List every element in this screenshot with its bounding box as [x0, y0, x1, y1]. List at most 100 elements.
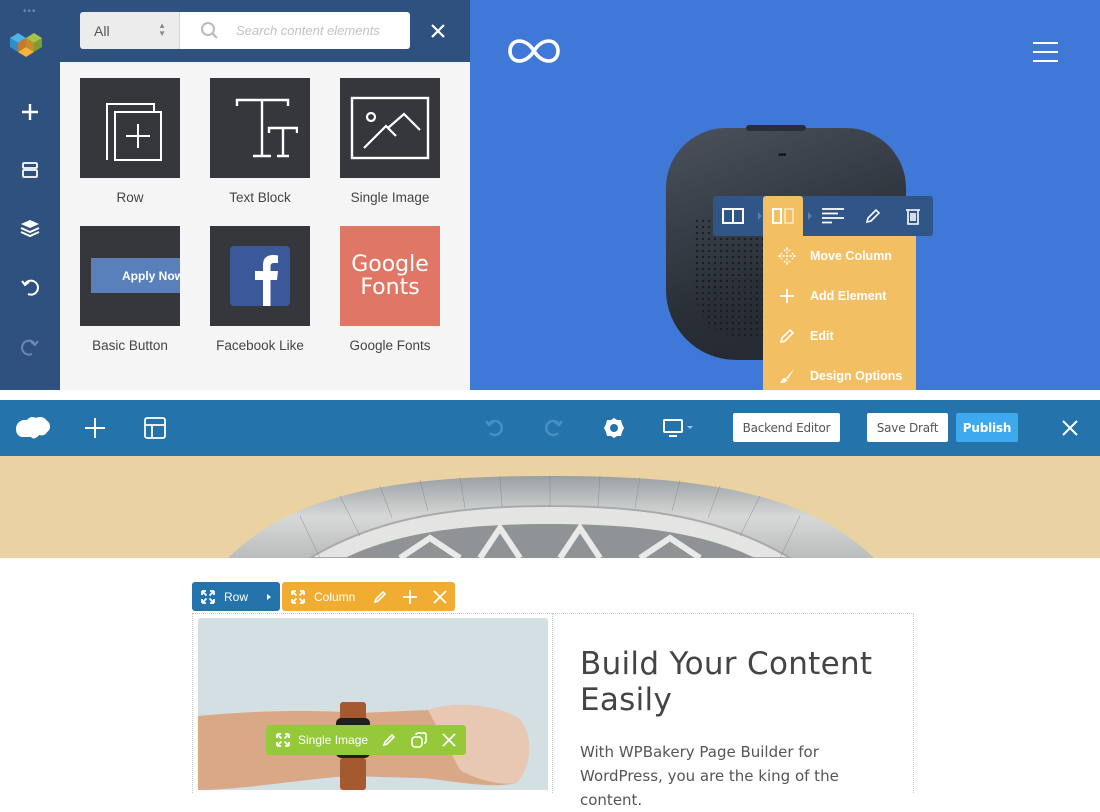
- menu-item-label: Edit: [810, 329, 834, 343]
- element-google-fonts[interactable]: Google Fonts Google Fonts: [340, 226, 440, 353]
- redo-button[interactable]: [15, 332, 45, 362]
- google-fonts-preview-line-2: Fonts: [360, 275, 420, 300]
- arch-image: [228, 475, 874, 558]
- menu-item-add-element[interactable]: Add Element: [763, 276, 916, 316]
- menu-item-move-column[interactable]: Move Column: [763, 236, 916, 276]
- section-divider: [0, 390, 1100, 400]
- add-element-button[interactable]: [82, 400, 108, 456]
- cloud-logo-icon: [16, 416, 50, 439]
- hero-banner: [0, 456, 1100, 558]
- elements-grid: Row Text Block Single Image Apply Now Ba…: [60, 62, 470, 390]
- close-icon: [1062, 420, 1078, 436]
- row-controls[interactable]: Row: [192, 582, 280, 611]
- close-panel-icon[interactable]: [428, 21, 448, 41]
- search-box[interactable]: [180, 12, 410, 49]
- backend-editor-button[interactable]: Backend Editor: [733, 413, 840, 442]
- element-label: Single Image: [350, 190, 430, 205]
- column-label: Column: [314, 589, 356, 604]
- layers-icon: [20, 220, 40, 237]
- element-text-block[interactable]: Text Block: [210, 78, 310, 205]
- move-arrows-icon[interactable]: [276, 733, 290, 747]
- settings-button[interactable]: [602, 400, 626, 456]
- single-image-icon: [350, 96, 430, 160]
- menu-item-label: Add Element: [810, 289, 887, 303]
- undo-icon: [485, 419, 503, 437]
- menu-item-edit[interactable]: Edit: [763, 316, 916, 356]
- row-label: Row: [224, 589, 249, 604]
- single-image-thumbnail: [340, 78, 440, 178]
- single-image-element[interactable]: [198, 618, 548, 790]
- element-label: Facebook Like: [216, 338, 304, 353]
- facebook-icon: [230, 246, 290, 306]
- move-arrows-icon[interactable]: [291, 589, 305, 604]
- facebook-like-thumbnail: [210, 226, 310, 326]
- select-arrows-icon: ▲ ▼: [158, 21, 166, 38]
- text-align-button[interactable]: [813, 196, 853, 236]
- edit-button[interactable]: [853, 196, 893, 236]
- close-editor-button[interactable]: [1058, 400, 1082, 456]
- layout-template-icon: [144, 417, 166, 439]
- wrist-watch-photo: [198, 618, 548, 790]
- move-icon: [777, 247, 796, 265]
- plus-icon: [22, 104, 38, 120]
- templates-button[interactable]: [142, 400, 168, 456]
- basic-button-thumbnail: Apply Now: [80, 226, 180, 326]
- undo-button[interactable]: [482, 400, 506, 456]
- element-single-image[interactable]: Single Image: [340, 78, 440, 205]
- redo-button[interactable]: [542, 400, 566, 456]
- plus-icon: [779, 289, 794, 303]
- column-controls: Column: [282, 582, 455, 611]
- category-filter-value: All: [94, 22, 110, 39]
- responsive-view-dropdown[interactable]: [660, 400, 696, 456]
- desktop-icon: [662, 419, 683, 437]
- menu-item-design-options[interactable]: Design Options: [763, 356, 916, 390]
- column-toolbar: [713, 196, 933, 236]
- close-icon[interactable]: [442, 733, 456, 747]
- add-element-button[interactable]: [15, 97, 45, 127]
- text-block-thumbnail: [210, 78, 310, 178]
- infinity-logo-icon[interactable]: [508, 38, 560, 64]
- text-align-icon: [822, 208, 844, 224]
- pencil-icon[interactable]: [382, 733, 396, 747]
- close-icon[interactable]: [433, 590, 447, 604]
- row-icon: [106, 103, 162, 161]
- wpbakery-cloud-logo: [14, 400, 52, 456]
- plus-icon[interactable]: [403, 590, 417, 604]
- pencil-icon[interactable]: [373, 590, 387, 604]
- templates-button[interactable]: [15, 155, 45, 185]
- undo-button[interactable]: [15, 272, 45, 302]
- save-draft-button[interactable]: Save Draft: [867, 413, 948, 442]
- search-input[interactable]: [236, 23, 406, 38]
- column-menu: Move Column Add Element Edit Design Opti…: [763, 236, 916, 390]
- text-block-icon: [235, 98, 298, 158]
- row-layout-button[interactable]: [713, 196, 753, 236]
- row-layout-icon: [722, 208, 744, 224]
- plus-icon: [85, 418, 105, 438]
- drag-handle-dots[interactable]: •••: [23, 6, 37, 17]
- element-row[interactable]: Row: [80, 78, 180, 205]
- content-body-text: With WPBakery Page Builder for WordPress…: [580, 743, 839, 809]
- layers-button[interactable]: [15, 213, 45, 243]
- delete-button[interactable]: [893, 196, 933, 236]
- single-image-label: Single Image: [298, 733, 369, 747]
- content-headline: Build Your Content Easily: [580, 646, 873, 718]
- column-layout-button[interactable]: [763, 196, 803, 236]
- menu-item-label: Move Column: [810, 249, 892, 263]
- element-label: Google Fonts: [349, 338, 431, 353]
- element-label: Basic Button: [92, 338, 168, 353]
- redo-icon: [21, 339, 39, 356]
- hamburger-menu-icon[interactable]: [1033, 42, 1058, 62]
- apply-now-preview: Apply Now: [91, 258, 180, 293]
- google-fonts-thumbnail: Google Fonts: [340, 226, 440, 326]
- clone-icon[interactable]: [411, 732, 427, 748]
- template-icon: [22, 162, 38, 178]
- category-filter-select[interactable]: All ▲ ▼: [80, 12, 180, 49]
- caret-right-icon[interactable]: [266, 593, 272, 601]
- pencil-icon: [865, 208, 881, 224]
- element-label: Text Block: [229, 190, 291, 205]
- pencil-icon: [779, 328, 794, 344]
- side-rail: •••: [0, 0, 60, 390]
- element-facebook-like[interactable]: Facebook Like: [210, 226, 310, 353]
- publish-button[interactable]: Publish: [956, 413, 1018, 442]
- element-basic-button[interactable]: Apply Now Basic Button: [80, 226, 180, 353]
